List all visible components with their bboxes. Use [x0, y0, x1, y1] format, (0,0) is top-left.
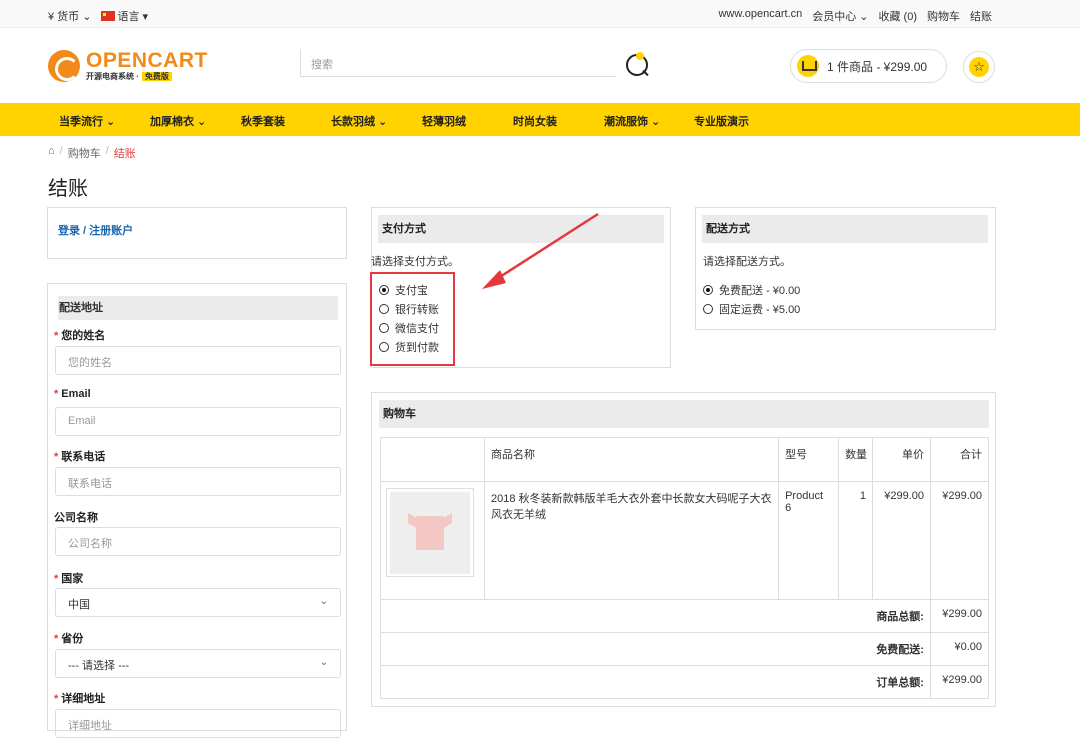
cart-link[interactable]: 购物车	[927, 8, 960, 24]
field-label: * 您的姓名	[54, 330, 106, 342]
order-total-label: 订单总额:	[380, 665, 931, 699]
shipping-label: 免费配送:	[380, 632, 931, 666]
shipping-address-title: 配送地址	[58, 296, 338, 320]
logo[interactable]: OPENCART 开源电商系统 · 免费版	[48, 50, 208, 82]
payment-hint: 请选择支付方式。	[371, 256, 459, 268]
breadcrumb: ⌂ / 购物车 / 结账	[48, 145, 136, 161]
field-label: * 联系电话	[54, 451, 106, 463]
login-panel: 登录 / 注册账户	[47, 207, 347, 259]
opencart-logo-icon	[48, 50, 80, 82]
wishlist-button[interactable]: ☆	[963, 51, 995, 83]
table-row: 2018 秋冬装新款韩版羊毛大衣外套中长款女大码呢子大衣风衣无羊绒 Produc…	[380, 481, 990, 600]
radio-selected	[703, 285, 713, 295]
cart-summary: 1 件商品 - ¥299.00	[827, 59, 928, 74]
totals-row: 免费配送: ¥0.00	[380, 632, 990, 666]
header: OPENCART 开源电商系统 · 免费版 搜索 1 件商品 - ¥299.00 …	[0, 28, 1080, 103]
header-model: 型号	[778, 437, 840, 482]
nav-item[interactable]: 长款羽绒 ⌄	[331, 113, 387, 129]
cart-table: 商品名称 型号 数量 单价 合计 2018 秋冬装新款韩版羊毛大衣外套中长款女大…	[380, 437, 990, 699]
brand-name: OPENCART	[86, 48, 208, 72]
nav-item[interactable]: 时尚女装	[513, 113, 557, 129]
account-dropdown[interactable]: 会员中心 ⌄	[812, 8, 868, 24]
search-icon[interactable]	[626, 52, 648, 76]
name-field[interactable]: 您的姓名	[55, 346, 341, 375]
field-label: * 省份	[54, 633, 84, 645]
address-field[interactable]: 详细地址	[55, 709, 341, 738]
nav-item[interactable]: 当季流行 ⌄	[59, 113, 115, 129]
phone-field[interactable]: 联系电话	[55, 467, 341, 496]
annotation-arrow-icon	[482, 212, 599, 289]
field-label: 公司名称	[54, 512, 98, 524]
nav-item[interactable]: 专业版演示	[694, 113, 749, 129]
totals-row: 订单总额: ¥299.00	[380, 665, 990, 699]
nav-item[interactable]: 秋季套装	[241, 113, 285, 129]
site-link[interactable]: www.opencart.cn	[718, 8, 802, 24]
shipping-method-title: 配送方式	[702, 215, 988, 243]
nav-item[interactable]: 加厚棉衣 ⌄	[150, 113, 206, 129]
product-total: ¥299.00	[929, 481, 990, 600]
product-name[interactable]: 2018 秋冬装新款韩版羊毛大衣外套中长款女大码呢子大衣风衣无羊绒	[483, 481, 780, 600]
province-select[interactable]: --- 请选择 --- ⌄	[55, 649, 341, 678]
product-qty: 1	[838, 481, 874, 600]
checkout-link[interactable]: 结账	[970, 8, 992, 24]
top-bar: ¥ 货币 ⌄ 语言 ▾ www.opencart.cn 会员中心 ⌄ 收藏 (0…	[0, 0, 1080, 28]
chevron-down-icon: ⌄	[319, 657, 328, 668]
home-icon[interactable]: ⌂	[48, 145, 55, 161]
cart-icon	[797, 55, 819, 77]
field-label: * 国家	[54, 573, 84, 585]
wishlist-link[interactable]: 收藏 (0)	[879, 8, 918, 24]
company-field[interactable]: 公司名称	[55, 527, 341, 556]
main-nav: 当季流行 ⌄ 加厚棉衣 ⌄ 秋季套装 长款羽绒 ⌄ 轻薄羽绒 时尚女装 潮流服饰…	[0, 103, 1080, 136]
brand-subtitle: 开源电商系统 · 免费版	[86, 71, 208, 82]
order-total-value: ¥299.00	[929, 665, 990, 699]
email-field[interactable]: Email	[55, 407, 341, 436]
nav-item[interactable]: 潮流服饰 ⌄	[604, 113, 660, 129]
search-input[interactable]: 搜索	[300, 49, 616, 77]
annotation-highlight-box	[370, 272, 455, 366]
shipping-hint: 请选择配送方式。	[703, 256, 791, 268]
currency-dropdown[interactable]: ¥ 货币 ⌄	[48, 8, 91, 24]
breadcrumb-cart[interactable]: 购物车	[68, 145, 101, 161]
header-qty: 数量	[838, 437, 874, 482]
product-thumbnail[interactable]	[380, 481, 485, 600]
subtotal-label: 商品总额:	[380, 599, 931, 633]
chevron-down-icon: ⌄	[319, 596, 328, 607]
table-header-row: 商品名称 型号 数量 单价 合计	[380, 437, 990, 482]
star-icon: ☆	[969, 57, 989, 77]
page-title: 结账	[48, 178, 88, 200]
cart-panel: 购物车 商品名称 型号 数量 单价 合计 2018 秋冬装新款韩版羊毛大衣外套中…	[371, 392, 996, 707]
field-label: * Email	[54, 388, 91, 400]
china-flag-icon	[101, 11, 116, 21]
shipping-option[interactable]: 固定运费 - ¥5.00	[703, 301, 800, 317]
language-dropdown[interactable]: 语言 ▾	[101, 8, 148, 24]
cart-title: 购物车	[379, 400, 989, 428]
header-price: 单价	[872, 437, 931, 482]
tshirt-icon	[416, 515, 444, 550]
brand-badge: 免费版	[141, 71, 172, 81]
header-total: 合计	[929, 437, 990, 482]
login-register-link[interactable]: 登录 / 注册账户	[58, 222, 133, 238]
shipping-method-panel: 配送方式 请选择配送方式。 免费配送 - ¥0.00 固定运费 - ¥5.00	[695, 207, 996, 330]
radio	[703, 304, 713, 314]
product-price: ¥299.00	[872, 481, 931, 600]
field-label: * 详细地址	[54, 693, 106, 705]
shipping-address-panel: 配送地址 * 您的姓名 您的姓名 * Email Email * 联系电话 联系电话 …	[47, 283, 347, 738]
country-select[interactable]: 中国 ⌄	[55, 588, 341, 617]
shipping-value: ¥0.00	[929, 632, 990, 666]
cart-button[interactable]: 1 件商品 - ¥299.00	[790, 49, 947, 83]
nav-item[interactable]: 轻薄羽绒	[422, 113, 466, 129]
subtotal-value: ¥299.00	[929, 599, 990, 633]
breadcrumb-checkout[interactable]: 结账	[114, 145, 136, 161]
product-model: Product 6	[778, 481, 840, 600]
header-name: 商品名称	[483, 437, 780, 482]
shipping-option[interactable]: 免费配送 - ¥0.00	[703, 282, 800, 298]
totals-row: 商品总额: ¥299.00	[380, 599, 990, 633]
